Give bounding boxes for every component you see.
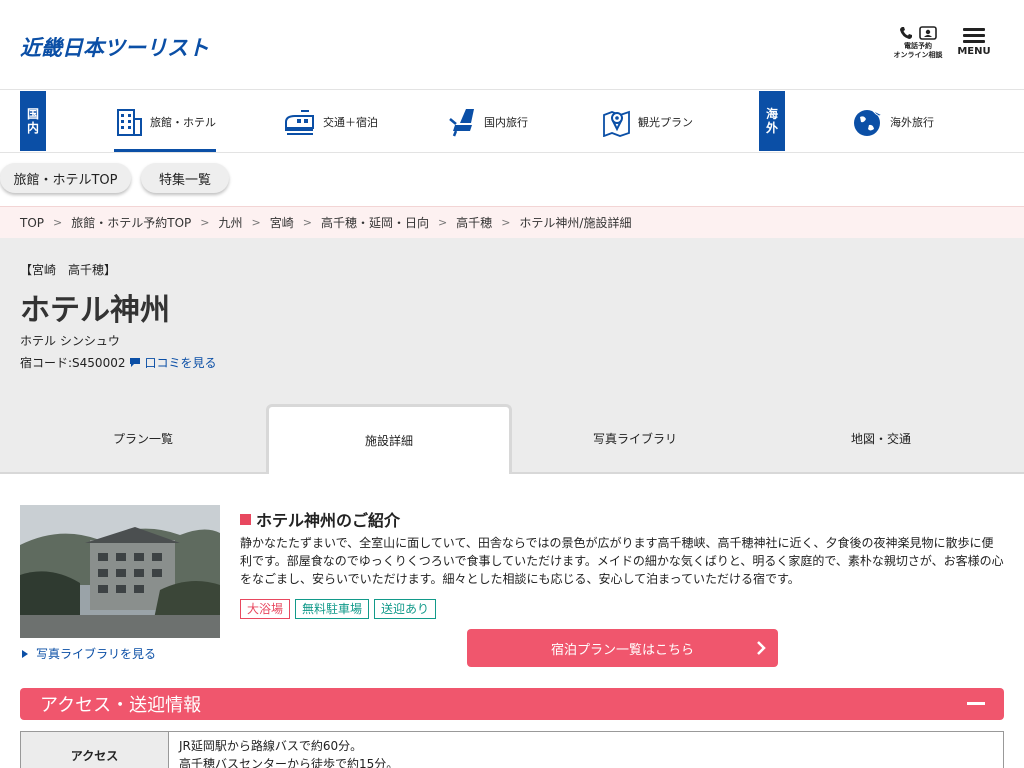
tab-photo-library[interactable]: 写真ライブラリ bbox=[512, 404, 758, 472]
online-label: オンライン相談 bbox=[893, 51, 943, 59]
hotel-top-link[interactable]: 旅館・ホテルTOP bbox=[0, 163, 131, 193]
tab-map-access[interactable]: 地図・交通 bbox=[758, 404, 1004, 472]
chevron-right-icon: > bbox=[302, 216, 312, 229]
access-line: JR延岡駅から路線バスで約60分。 bbox=[179, 739, 363, 753]
plan-list-button[interactable]: 宿泊プラン一覧はこちら bbox=[467, 629, 778, 667]
table-row: アクセス JR延岡駅から路線バスで約60分。 高千穂バスセンターから徒歩で約15… bbox=[20, 731, 1004, 768]
chevron-right-icon: > bbox=[200, 216, 210, 229]
nav-overseas[interactable]: 海外旅行 bbox=[852, 91, 934, 152]
breadcrumb-item[interactable]: 高千穂・延岡・日向 bbox=[321, 214, 429, 231]
access-row-value: JR延岡駅から路線バスで約60分。 高千穂バスセンターから徒歩で約15分。 bbox=[168, 731, 1004, 768]
tag-large-bath: 大浴場 bbox=[240, 599, 291, 619]
category-nav: 国 内 旅館・ホテル 交通＋宿泊 国内旅行 観光プラン 海 外 海外旅行 bbox=[0, 91, 1024, 153]
video-consult-icon bbox=[919, 26, 937, 40]
site-logo[interactable]: 近畿日本ツーリスト bbox=[20, 32, 209, 62]
overseas-badge: 海 外 bbox=[759, 91, 785, 151]
nav-sightseeing[interactable]: 観光プラン bbox=[602, 91, 693, 152]
photo-library-link-label: 写真ライブラリを見る bbox=[36, 647, 157, 661]
hotel-area: 【宮崎 高千穂】 bbox=[20, 263, 117, 277]
nav-domestic-tour[interactable]: 国内旅行 bbox=[448, 91, 528, 152]
nav-hotels-label: 旅館・ホテル bbox=[150, 115, 216, 129]
chevron-right-icon: > bbox=[53, 216, 63, 229]
building-icon bbox=[117, 108, 142, 136]
hotel-kana: ホテル シンシュウ bbox=[20, 334, 120, 348]
seat-icon bbox=[449, 108, 474, 136]
access-line: 高千穂バスセンターから徒歩で約15分。 bbox=[179, 757, 399, 768]
breadcrumb-item[interactable]: 九州 bbox=[218, 214, 242, 231]
breadcrumb-current: ホテル神州/施設詳細 bbox=[519, 216, 632, 230]
tab-plans[interactable]: プラン一覧 bbox=[20, 404, 266, 472]
nav-hotels[interactable]: 旅館・ホテル bbox=[114, 91, 216, 152]
tag-shuttle: 送迎あり bbox=[374, 599, 437, 619]
phone-icon bbox=[900, 27, 912, 39]
intro-heading: ホテル神州のご紹介 bbox=[240, 507, 400, 531]
hotel-photo[interactable] bbox=[20, 505, 220, 638]
breadcrumb: TOP > 旅館・ホテル予約TOP > 九州 > 宮崎 > 高千穂・延岡・日向 > 高千穂… bbox=[0, 206, 1024, 238]
access-table: アクセス JR延岡駅から路線バスで約60分。 高千穂バスセンターから徒歩で約15… bbox=[20, 731, 1004, 768]
detail-tabs: プラン一覧 施設詳細 写真ライブラリ 地図・交通 bbox=[0, 404, 1024, 474]
chevron-right-icon: > bbox=[251, 216, 261, 229]
intro-description: 静かなたたずまいで、全室山に面していて、田舎ならではの景色が広がります高千穂峡、… bbox=[240, 536, 1004, 586]
square-bullet-icon bbox=[240, 513, 251, 525]
nav-transport-stay[interactable]: 交通＋宿泊 bbox=[283, 91, 378, 152]
phone-label: 電話予約 bbox=[904, 42, 932, 50]
menu-label: MENU bbox=[957, 46, 991, 57]
review-link-label: 口コミを見る bbox=[144, 356, 217, 370]
access-heading: アクセス・送迎情報 bbox=[40, 695, 202, 716]
chevron-right-icon bbox=[757, 641, 766, 655]
chevron-right-icon: > bbox=[437, 216, 448, 229]
collapse-icon bbox=[967, 702, 985, 705]
breadcrumb-item[interactable]: 宮崎 bbox=[270, 214, 294, 231]
hotel-code: 宿コード:S450002 bbox=[20, 356, 126, 370]
access-row-label: アクセス bbox=[20, 731, 169, 768]
tag-free-parking: 無料駐車場 bbox=[295, 599, 370, 619]
triangle-right-icon bbox=[22, 649, 28, 658]
intro-heading-text: ホテル神州のご紹介 bbox=[256, 511, 401, 530]
hotel-code-row: 宿コード:S450002 口コミを見る bbox=[20, 354, 217, 371]
nav-overseas-label: 海外旅行 bbox=[890, 115, 934, 129]
nav-domestic-tour-label: 国内旅行 bbox=[484, 115, 528, 129]
hotel-title-section: 【宮崎 高千穂】 ホテル神州 ホテル シンシュウ 宿コード:S450002 口コ… bbox=[0, 238, 1024, 404]
page-title: ホテル神州 bbox=[20, 293, 170, 328]
sub-nav: 旅館・ホテルTOP 特集一覧 bbox=[0, 153, 1024, 206]
speech-bubble-icon bbox=[130, 358, 141, 367]
photo-library-link[interactable]: 写真ライブラリを見る bbox=[22, 645, 156, 662]
nav-transport-stay-label: 交通＋宿泊 bbox=[323, 115, 378, 129]
chevron-right-icon: > bbox=[501, 216, 511, 229]
domestic-badge: 国 内 bbox=[20, 91, 46, 151]
menu-button[interactable]: MENU bbox=[955, 28, 993, 64]
access-section-header[interactable]: アクセス・送迎情報 bbox=[20, 688, 1004, 720]
features-link[interactable]: 特集一覧 bbox=[141, 163, 229, 193]
breadcrumb-item[interactable]: TOP bbox=[20, 216, 44, 230]
site-header: 近畿日本ツーリスト 電話予約 オンライン相談 MENU bbox=[0, 0, 1024, 90]
amenity-tags: 大浴場 無料駐車場 送迎あり bbox=[240, 599, 437, 619]
plan-list-button-label: 宿泊プラン一覧はこちら bbox=[550, 642, 694, 658]
review-link[interactable]: 口コミを見る bbox=[129, 354, 217, 371]
phone-consult-button[interactable]: 電話予約 オンライン相談 bbox=[888, 24, 948, 66]
train-icon bbox=[285, 109, 314, 135]
globe-plane-icon bbox=[854, 109, 884, 136]
hamburger-icon bbox=[955, 28, 993, 43]
map-icon bbox=[603, 110, 630, 137]
breadcrumb-item[interactable]: 高千穂 bbox=[456, 214, 492, 231]
nav-sightseeing-label: 観光プラン bbox=[638, 115, 693, 129]
tab-facility-detail[interactable]: 施設詳細 bbox=[266, 404, 512, 474]
breadcrumb-item[interactable]: 旅館・ホテル予約TOP bbox=[71, 214, 191, 231]
